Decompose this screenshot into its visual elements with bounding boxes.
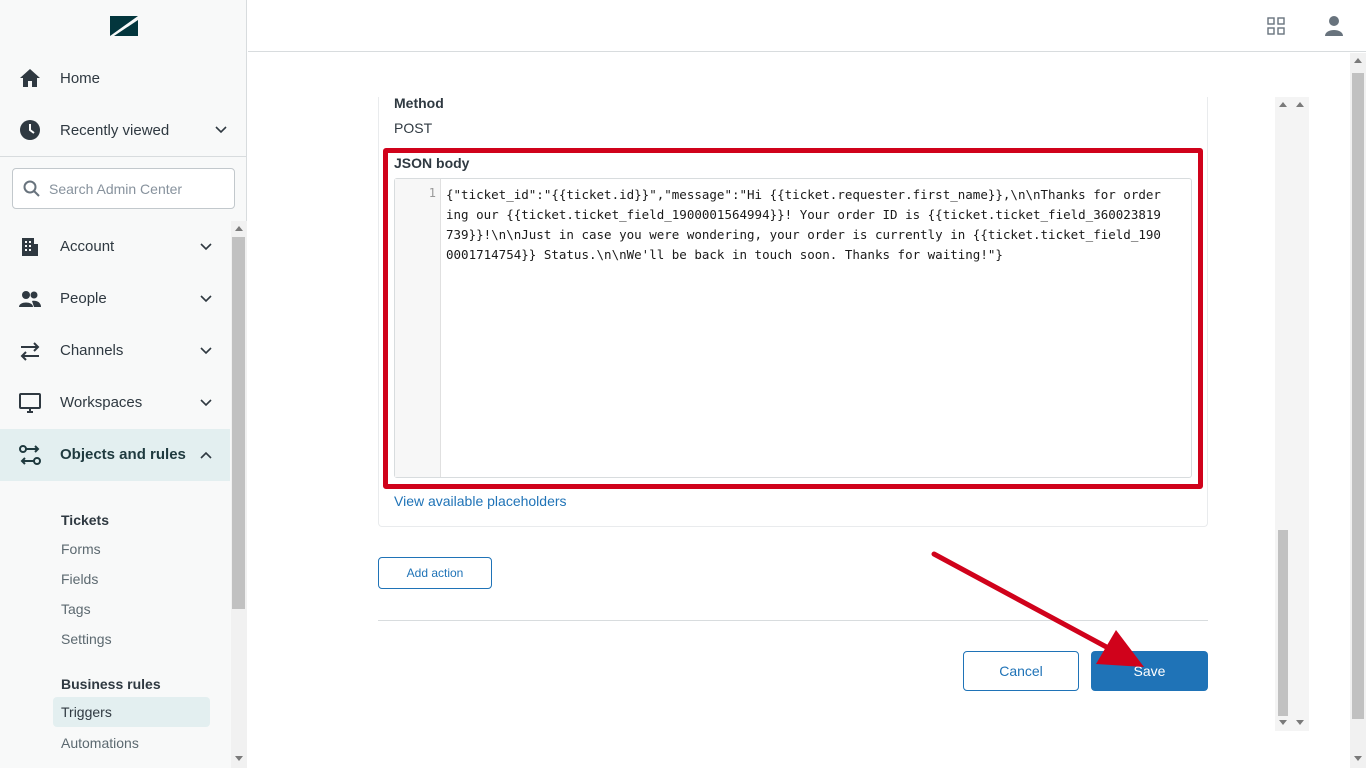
nav-home-label: Home <box>60 69 101 87</box>
arrows-exchange-icon <box>20 342 40 361</box>
search-input[interactable] <box>49 177 229 201</box>
nav-objects-and-rules-label: Objects and rules <box>60 446 186 463</box>
nav-objects-and-rules[interactable]: Objects and rules <box>0 429 230 481</box>
method-label: Method <box>394 95 444 111</box>
view-placeholders-link[interactable]: View available placeholders <box>394 493 567 509</box>
scrollbar-thumb[interactable] <box>232 237 245 609</box>
tickets-heading: Tickets <box>61 512 109 528</box>
form-scrollbar[interactable] <box>1275 97 1309 731</box>
search-icon <box>23 180 40 197</box>
nav-account-label: Account <box>60 238 115 255</box>
main-content: Method POST JSON body 1 {"ticket_id":"{{… <box>248 53 1350 768</box>
sidebar-link-settings[interactable]: Settings <box>61 631 112 647</box>
scroll-up-arrow[interactable] <box>235 226 243 231</box>
sidebar-link-automations[interactable]: Automations <box>61 735 139 751</box>
nav-workspaces[interactable]: Workspaces <box>0 377 230 429</box>
building-icon <box>22 238 38 256</box>
grid-icon[interactable] <box>1267 17 1285 35</box>
home-icon <box>20 69 40 87</box>
scroll-up-arrow[interactable] <box>1279 102 1287 107</box>
sidebar-link-tags[interactable]: Tags <box>61 601 91 617</box>
scrollbar-thumb[interactable] <box>1352 73 1364 719</box>
scroll-down-arrow[interactable] <box>1354 756 1362 761</box>
objects-rules-icon <box>19 445 41 465</box>
highlight-annotation-box <box>383 148 1203 489</box>
chevron-down-icon <box>200 295 212 303</box>
nav-workspaces-label: Workspaces <box>60 394 143 411</box>
zendesk-logo[interactable] <box>108 12 140 40</box>
scroll-down-arrow[interactable] <box>1279 720 1287 725</box>
sidebar-nav-list: Account People Channels Workspaces Objec… <box>0 221 247 768</box>
chevron-down-icon <box>200 347 212 355</box>
sidebar: Home Recently viewed Account <box>0 0 247 768</box>
scroll-up-arrow[interactable] <box>1354 58 1362 63</box>
scroll-up-arrow[interactable] <box>1296 102 1304 107</box>
chevron-up-icon <box>200 451 212 459</box>
user-icon[interactable] <box>1324 15 1344 37</box>
nav-people[interactable]: People <box>0 273 230 325</box>
sidebar-link-fields[interactable]: Fields <box>61 571 98 587</box>
chevron-down-icon <box>215 126 227 134</box>
sidebar-scrollbar[interactable] <box>231 221 247 768</box>
nav-account[interactable]: Account <box>0 221 230 273</box>
nav-recently-viewed[interactable]: Recently viewed <box>0 104 247 156</box>
sidebar-link-triggers[interactable]: Triggers <box>53 697 210 727</box>
nav-people-label: People <box>60 290 107 307</box>
method-value: POST <box>394 120 433 136</box>
search-field[interactable] <box>12 168 235 209</box>
people-icon <box>19 291 41 307</box>
sidebar-link-forms[interactable]: Forms <box>61 541 101 557</box>
business-rules-heading: Business rules <box>61 676 161 692</box>
save-button[interactable]: Save <box>1091 651 1208 691</box>
scrollbar-thumb[interactable] <box>1278 530 1288 716</box>
monitor-icon <box>19 393 41 413</box>
footer-divider <box>378 620 1208 621</box>
nav-recently-viewed-label: Recently viewed <box>60 121 170 139</box>
nav-channels[interactable]: Channels <box>0 325 230 377</box>
page-scrollbar[interactable] <box>1350 53 1366 768</box>
nav-home[interactable]: Home <box>0 52 247 104</box>
nav-channels-label: Channels <box>60 342 124 359</box>
scroll-down-arrow[interactable] <box>1296 720 1304 725</box>
clock-icon <box>20 120 40 140</box>
sidebar-divider <box>0 156 247 157</box>
add-action-button[interactable]: Add action <box>378 557 492 589</box>
chevron-down-icon <box>200 399 212 407</box>
chevron-down-icon <box>200 243 212 251</box>
scroll-down-arrow[interactable] <box>235 756 243 761</box>
cancel-button[interactable]: Cancel <box>963 651 1079 691</box>
top-header <box>248 0 1366 52</box>
